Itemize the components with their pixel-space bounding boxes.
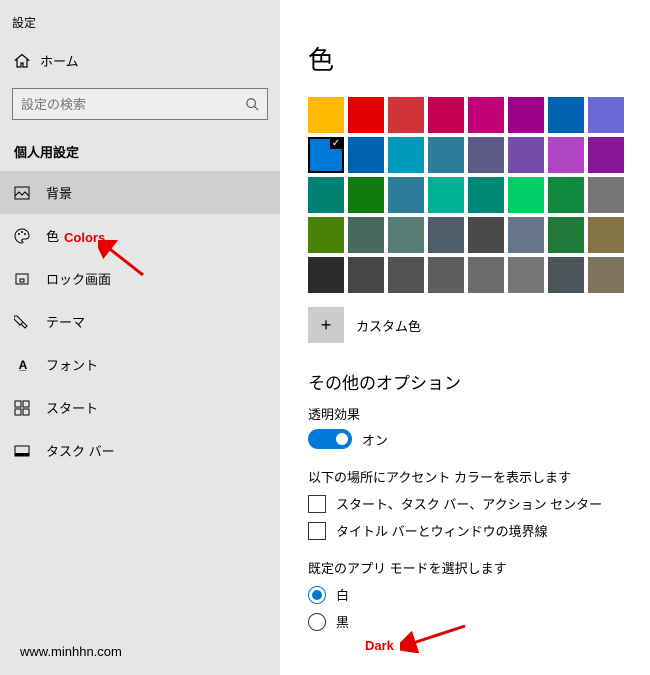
nav-label: タスク バー [46, 441, 115, 460]
color-swatch[interactable] [348, 177, 384, 213]
color-swatch[interactable] [308, 257, 344, 293]
color-swatch[interactable] [588, 217, 624, 253]
radio-dark[interactable]: 黒 [308, 612, 650, 631]
sidebar-item-fonts[interactable]: A̲ フォント [0, 343, 280, 386]
color-swatch[interactable] [348, 257, 384, 293]
section-title: 個人用設定 [0, 134, 280, 171]
color-swatch[interactable] [388, 217, 424, 253]
checkbox-icon [308, 495, 326, 513]
color-swatch[interactable] [468, 257, 504, 293]
app-title: 設定 [0, 8, 280, 41]
sidebar-item-taskbar[interactable]: タスク バー [0, 429, 280, 472]
watermark: www.minhhn.com [20, 644, 122, 659]
color-swatch[interactable] [308, 177, 344, 213]
nav-label: 色 [46, 226, 59, 245]
color-swatch[interactable] [468, 137, 504, 173]
color-swatch[interactable] [388, 257, 424, 293]
checkbox-label: スタート、タスク バー、アクション センター [336, 494, 602, 513]
color-palette [308, 97, 650, 293]
color-swatch[interactable] [548, 217, 584, 253]
color-swatch[interactable] [548, 97, 584, 133]
radio-icon [308, 613, 326, 631]
color-swatch[interactable] [348, 217, 384, 253]
color-swatch[interactable] [428, 177, 464, 213]
sidebar-item-start[interactable]: スタート [0, 386, 280, 429]
radio-icon [308, 586, 326, 604]
search-icon [245, 97, 259, 111]
nav-label: 背景 [46, 183, 72, 202]
checkbox-start-taskbar[interactable]: スタート、タスク バー、アクション センター [308, 494, 650, 513]
color-swatch[interactable] [588, 177, 624, 213]
nav-label: ロック画面 [46, 269, 111, 288]
color-swatch[interactable] [348, 97, 384, 133]
nav-label: フォント [46, 355, 98, 374]
color-swatch[interactable] [548, 257, 584, 293]
color-swatch[interactable] [508, 137, 544, 173]
color-swatch[interactable] [388, 177, 424, 213]
checkbox-icon [308, 522, 326, 540]
nav-label: スタート [46, 398, 98, 417]
radio-light[interactable]: 白 [308, 585, 650, 604]
radio-label: 黒 [336, 612, 349, 631]
color-swatch[interactable] [548, 137, 584, 173]
color-swatch[interactable] [468, 217, 504, 253]
color-swatch[interactable] [388, 97, 424, 133]
color-swatch[interactable] [428, 257, 464, 293]
color-swatch[interactable] [308, 217, 344, 253]
color-swatch[interactable] [308, 97, 344, 133]
sidebar-item-lockscreen[interactable]: ロック画面 [0, 257, 280, 300]
home-button[interactable]: ホーム [0, 41, 280, 80]
color-swatch[interactable] [468, 97, 504, 133]
app-mode-desc: 既定のアプリ モードを選択します [308, 558, 650, 577]
transparency-label: 透明効果 [308, 404, 650, 423]
toggle-state: オン [362, 430, 388, 449]
palette-icon [14, 228, 32, 244]
checkbox-label: タイトル バーとウィンドウの境界線 [336, 521, 548, 540]
home-label: ホーム [40, 51, 79, 70]
custom-color-button[interactable]: + カスタム色 [308, 307, 650, 343]
color-swatch[interactable] [508, 97, 544, 133]
checkbox-titlebar[interactable]: タイトル バーとウィンドウの境界線 [308, 521, 650, 540]
color-swatch[interactable] [428, 137, 464, 173]
home-icon [14, 53, 30, 69]
fonts-icon: A̲ [14, 358, 32, 372]
color-swatch[interactable] [508, 177, 544, 213]
color-swatch[interactable] [548, 177, 584, 213]
sidebar-item-themes[interactable]: テーマ [0, 300, 280, 343]
sidebar-item-background[interactable]: 背景 [0, 171, 280, 214]
sidebar-item-colors[interactable]: 色 [0, 214, 280, 257]
search-input[interactable] [21, 97, 245, 112]
color-swatch[interactable] [348, 137, 384, 173]
transparency-toggle[interactable]: オン [308, 429, 650, 449]
color-swatch[interactable] [588, 97, 624, 133]
color-swatch[interactable] [308, 137, 344, 173]
custom-color-label: カスタム色 [356, 316, 421, 335]
accent-location-desc: 以下の場所にアクセント カラーを表示します [308, 467, 650, 486]
themes-icon [14, 314, 32, 330]
color-swatch[interactable] [468, 177, 504, 213]
nav-label: テーマ [46, 312, 85, 331]
content-area: 色 + カスタム色 その他のオプション 透明効果 オン 以下の場所にアクセント … [280, 0, 650, 675]
search-box[interactable] [12, 88, 268, 120]
color-swatch[interactable] [588, 257, 624, 293]
color-swatch[interactable] [508, 217, 544, 253]
taskbar-icon [14, 443, 32, 459]
color-swatch[interactable] [428, 217, 464, 253]
color-swatch[interactable] [508, 257, 544, 293]
radio-label: 白 [336, 585, 349, 604]
color-swatch[interactable] [388, 137, 424, 173]
settings-sidebar: 設定 ホーム 個人用設定 背景 色 ロック画面 テーマ [0, 0, 280, 675]
page-heading: 色 [308, 40, 650, 77]
plus-icon: + [308, 307, 344, 343]
color-swatch[interactable] [588, 137, 624, 173]
color-swatch[interactable] [428, 97, 464, 133]
lockscreen-icon [14, 271, 32, 287]
background-icon [14, 185, 32, 201]
start-icon [14, 400, 32, 416]
other-options-heading: その他のオプション [308, 369, 650, 394]
